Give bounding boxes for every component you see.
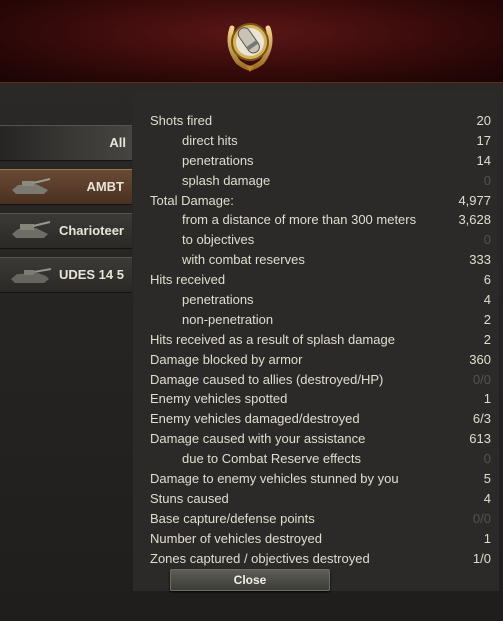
stat-value: 1/0 <box>472 550 491 566</box>
stat-label: Shots fired <box>150 113 213 128</box>
stat-value: 0/0 <box>472 371 491 387</box>
stat-label: from a distance of more than 300 meters <box>182 212 417 228</box>
stat-label: with combat reserves <box>182 252 305 268</box>
stat-row: to objectives 0 <box>133 230 499 250</box>
stat-row: non-penetration 2 <box>133 310 499 330</box>
stat-row: Shots fired 20 <box>133 111 499 131</box>
stat-row: from a distance of more than 300 meters 3… <box>133 210 499 230</box>
stat-value: 4 <box>483 292 491 308</box>
stat-value: 1 <box>483 530 491 546</box>
stat-label: penetrations <box>182 152 254 168</box>
medal-laurel-icon <box>227 23 273 72</box>
stat-label: Base capture/defense points <box>150 510 315 526</box>
stat-label: Number of vehicles destroyed <box>150 530 322 546</box>
stat-row: Enemy vehicles damaged/destroyed 6/3 <box>133 409 499 429</box>
stat-value: 17 <box>476 132 491 148</box>
stat-row: Number of vehicles destroyed 1 <box>133 529 499 549</box>
header-banner <box>0 0 503 83</box>
stat-row: direct hits 17 <box>133 131 499 151</box>
stat-value: 0 <box>483 451 491 467</box>
stat-row: Enemy vehicles spotted 1 <box>133 389 499 409</box>
stat-value: 14 <box>476 152 491 168</box>
close-button[interactable]: Close <box>170 569 330 591</box>
stat-label: Damage blocked by armor <box>150 351 303 367</box>
stat-row: Hits received 6 <box>133 270 499 290</box>
stat-row: Zones captured / objectives destroyed 1/0 <box>133 549 499 569</box>
tank-icon <box>12 221 51 238</box>
stat-value: 6/3 <box>472 411 491 427</box>
stat-value: 6 <box>483 272 491 288</box>
stat-row: Damage caused with your assistance 613 <box>133 429 499 449</box>
stat-value: 20 <box>476 113 491 128</box>
stat-value: 2 <box>483 311 491 327</box>
stat-label: to objectives <box>182 232 255 248</box>
stat-label: splash damage <box>182 172 271 188</box>
stat-value: 333 <box>469 252 491 268</box>
tab-label: Charioteer <box>58 223 124 238</box>
stat-label: Damage caused with your assistance <box>150 431 366 447</box>
stat-label: Hits received <box>150 272 226 288</box>
tab-udes-14-5[interactable]: UDES 14 5 <box>0 257 132 293</box>
stat-row: Damage blocked by armor 360 <box>133 350 499 370</box>
stat-label: Hits received as a result of splash dama… <box>150 331 395 347</box>
stat-value: 1 <box>483 391 491 407</box>
stat-label: non-penetration <box>182 311 274 327</box>
stat-label: Enemy vehicles damaged/destroyed <box>150 411 360 427</box>
stats-table: Shots fired 20 direct hits 17 penetrations 14… <box>133 91 499 591</box>
tab-label: UDES 14 5 <box>58 267 124 282</box>
stat-value: 0/0 <box>472 510 491 526</box>
stat-label: Damage to enemy vehicles stunned by you <box>150 471 399 487</box>
stat-value: 3,628 <box>458 212 491 228</box>
stat-row: penetrations 14 <box>133 151 499 171</box>
stat-row: Damage caused to allies (destroyed/HP) 0/… <box>133 370 499 390</box>
stat-row: Base capture/defense points 0/0 <box>133 509 499 529</box>
stat-label: due to Combat Reserve effects <box>182 451 361 467</box>
tab-ambt[interactable]: AMBT <box>0 169 132 205</box>
stat-row: with combat reserves 333 <box>133 250 499 270</box>
stat-value: 613 <box>469 431 491 447</box>
stat-label: Total Damage: <box>150 192 234 208</box>
tab-label: All <box>109 135 126 150</box>
tab-label: AMBT <box>86 179 124 194</box>
stat-row: Hits received as a result of splash dama… <box>133 330 499 350</box>
tab-all[interactable]: All <box>0 125 132 161</box>
stat-value: 4,977 <box>458 192 491 208</box>
stat-label: Zones captured / objectives destroyed <box>150 550 370 566</box>
stat-value: 360 <box>469 351 491 367</box>
vehicle-tabs: All AMBT Charioteer UDES 14 5 <box>0 125 132 301</box>
stat-row: splash damage 0 <box>133 171 499 191</box>
stat-label: Stuns caused <box>150 490 229 506</box>
stat-value: 2 <box>483 331 491 347</box>
stat-label: Damage caused to allies (destroyed/HP) <box>150 371 384 387</box>
stat-row: penetrations 4 <box>133 290 499 310</box>
stat-value: 0 <box>483 232 491 248</box>
stat-row: Total Damage: 4,977 <box>133 191 499 211</box>
stat-row: due to Combat Reserve effects 0 <box>133 449 499 469</box>
tank-icon <box>11 268 52 283</box>
tab-charioteer[interactable]: Charioteer <box>0 213 132 249</box>
stat-value: 4 <box>483 490 491 506</box>
stat-row: Damage to enemy vehicles stunned by you 5 <box>133 469 499 489</box>
stat-row: Stuns caused 4 <box>133 489 499 509</box>
stat-label: penetrations <box>182 292 254 308</box>
stat-label: Enemy vehicles spotted <box>150 391 288 407</box>
stat-value: 5 <box>483 471 491 487</box>
tank-icon <box>12 178 51 194</box>
stat-value: 0 <box>483 172 491 188</box>
stat-label: direct hits <box>182 132 238 148</box>
